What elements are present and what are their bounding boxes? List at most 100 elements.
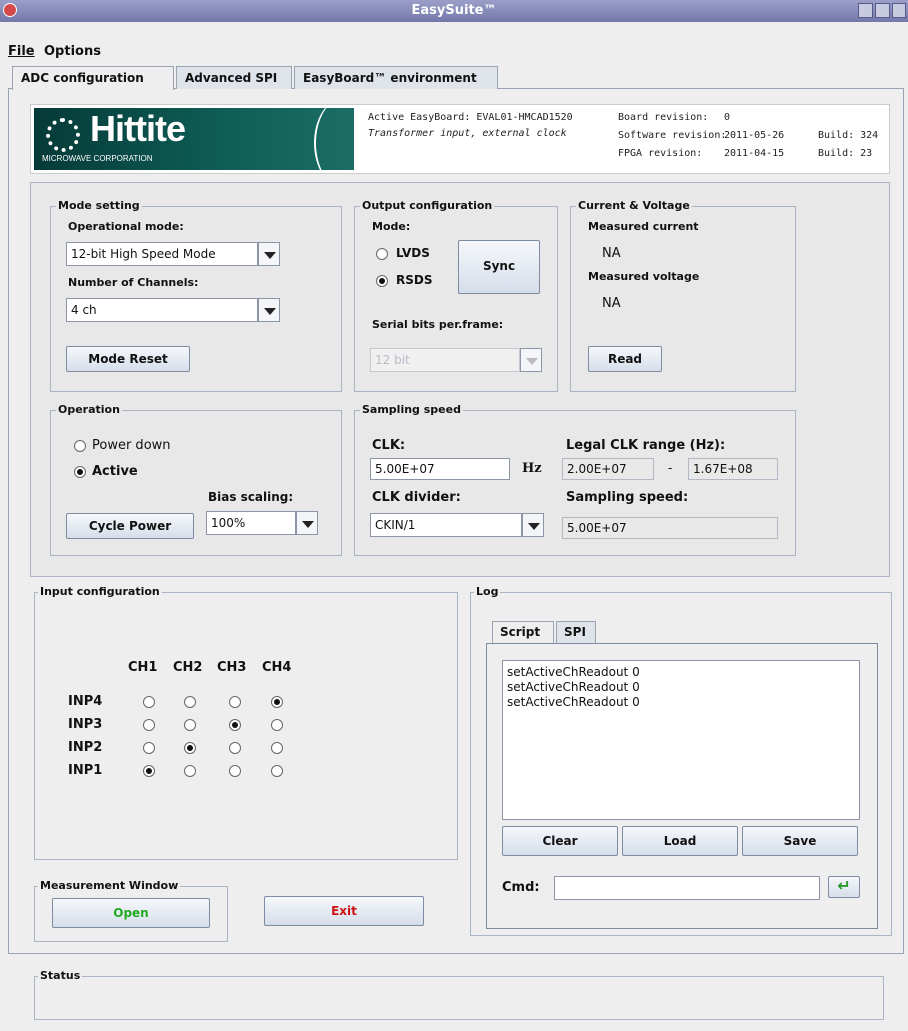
software-build: Build: 324 bbox=[818, 130, 879, 141]
log-tab-script[interactable]: Script bbox=[492, 621, 554, 644]
software-revision-label: Software revision: bbox=[618, 130, 727, 141]
chevron-down-icon[interactable] bbox=[520, 348, 542, 372]
lvds-radio[interactable] bbox=[376, 248, 388, 260]
input-radio[interactable] bbox=[271, 742, 283, 754]
read-button[interactable]: Read bbox=[588, 346, 662, 372]
serial-bits-label: Serial bits per.frame: bbox=[372, 318, 504, 331]
col-ch2: CH2 bbox=[173, 660, 203, 675]
log-line: setActiveChReadout 0 bbox=[507, 680, 640, 694]
sampling-speed-title: Sampling speed bbox=[360, 403, 463, 416]
input-radio[interactable] bbox=[143, 719, 155, 731]
chevron-down-icon[interactable] bbox=[296, 511, 318, 535]
measurement-window-title: Measurement Window bbox=[38, 879, 181, 892]
hz-label: Hz bbox=[522, 461, 542, 476]
measured-voltage-value: NA bbox=[602, 296, 621, 311]
logo-arc bbox=[314, 108, 354, 170]
input-radio[interactable] bbox=[229, 696, 241, 708]
clk-divider-select[interactable]: CKIN/1 bbox=[370, 513, 522, 537]
log-tab-spi[interactable]: SPI bbox=[556, 621, 596, 643]
operational-mode-label: Operational mode: bbox=[68, 220, 184, 233]
save-button[interactable]: Save bbox=[742, 826, 858, 856]
chevron-down-icon[interactable] bbox=[522, 513, 544, 537]
hittite-logo: Hittite MICROWAVE CORPORATION bbox=[34, 108, 354, 170]
status-title: Status bbox=[38, 969, 83, 982]
title-bar[interactable]: EasySuite™ bbox=[0, 0, 908, 22]
input-config-title: Input configuration bbox=[38, 585, 162, 598]
tab-advanced-spi[interactable]: Advanced SPI bbox=[176, 66, 292, 89]
cmd-label: Cmd: bbox=[502, 880, 540, 895]
bias-scaling-select[interactable]: 100% bbox=[206, 511, 296, 535]
output-config-title: Output configuration bbox=[360, 199, 495, 212]
log-line: setActiveChReadout 0 bbox=[507, 665, 640, 679]
board-revision: 0 bbox=[724, 112, 731, 123]
cmd-input[interactable] bbox=[554, 876, 820, 900]
input-radio[interactable] bbox=[271, 719, 283, 731]
input-radio[interactable] bbox=[271, 765, 283, 777]
lvds-label: LVDS bbox=[396, 246, 430, 260]
exit-button[interactable]: Exit bbox=[264, 896, 424, 926]
channels-label: Number of Channels: bbox=[68, 276, 199, 289]
serial-bits-select[interactable]: 12 bit bbox=[370, 348, 520, 372]
input-radio[interactable] bbox=[143, 696, 155, 708]
chevron-down-icon[interactable] bbox=[258, 242, 280, 266]
open-button[interactable]: Open bbox=[52, 898, 210, 928]
minimize-icon[interactable] bbox=[858, 3, 873, 18]
rsds-radio[interactable] bbox=[376, 275, 388, 287]
window-title: EasySuite™ bbox=[411, 3, 497, 18]
input-desc: Transformer input, external clock bbox=[368, 128, 567, 139]
clk-input[interactable]: 5.00E+07 bbox=[370, 458, 510, 480]
fpga-build: Build: 23 bbox=[818, 148, 873, 159]
input-radio[interactable] bbox=[143, 765, 155, 777]
log-text-area[interactable]: setActiveChReadout 0 setActiveChReadout … bbox=[502, 660, 860, 820]
log-title: Log bbox=[474, 585, 501, 598]
input-radio[interactable] bbox=[229, 742, 241, 754]
tab-adc-configuration[interactable]: ADC configuration bbox=[12, 66, 174, 90]
logo-brand: Hittite bbox=[90, 108, 186, 149]
close-icon[interactable] bbox=[892, 3, 906, 18]
tab-easyboard-environment[interactable]: EasyBoard™ environment bbox=[294, 66, 498, 89]
board-revision-label: Board revision: bbox=[618, 112, 709, 123]
legal-clk-max: 1.67E+08 bbox=[688, 458, 778, 480]
legal-clk-label: Legal CLK range (Hz): bbox=[566, 438, 726, 453]
clk-label: CLK: bbox=[372, 438, 406, 453]
active-board: Active EasyBoard: EVAL01-HMCAD1520 bbox=[368, 112, 573, 123]
sync-button[interactable]: Sync bbox=[458, 240, 540, 294]
legal-clk-min: 2.00E+07 bbox=[562, 458, 654, 480]
rsds-label: RSDS bbox=[396, 273, 433, 287]
row-inp1: INP1 bbox=[68, 763, 103, 778]
cycle-power-button[interactable]: Cycle Power bbox=[66, 513, 194, 539]
input-radio[interactable] bbox=[184, 765, 196, 777]
row-inp3: INP3 bbox=[68, 717, 103, 732]
input-radio[interactable] bbox=[229, 719, 241, 731]
fpga-revision-label: FPGA revision: bbox=[618, 148, 703, 159]
output-mode-label: Mode: bbox=[372, 220, 411, 233]
active-label: Active bbox=[92, 464, 138, 479]
input-radio[interactable] bbox=[184, 696, 196, 708]
input-radio[interactable] bbox=[229, 765, 241, 777]
channels-select[interactable]: 4 ch bbox=[66, 298, 258, 322]
col-ch4: CH4 bbox=[262, 660, 292, 675]
enter-icon[interactable]: ↵ bbox=[828, 876, 860, 898]
input-radio[interactable] bbox=[271, 696, 283, 708]
active-radio[interactable] bbox=[74, 466, 86, 478]
log-line: setActiveChReadout 0 bbox=[507, 695, 640, 709]
sampling-speed-label: Sampling speed: bbox=[566, 490, 689, 505]
operational-mode-select[interactable]: 12-bit High Speed Mode bbox=[66, 242, 258, 266]
measured-current-label: Measured current bbox=[588, 220, 699, 233]
clear-button[interactable]: Clear bbox=[502, 826, 618, 856]
power-down-radio[interactable] bbox=[74, 440, 86, 452]
range-dash: - bbox=[668, 461, 673, 475]
bias-scaling-label: Bias scaling: bbox=[208, 490, 294, 504]
logo-corp: MICROWAVE CORPORATION bbox=[42, 154, 153, 163]
load-button[interactable]: Load bbox=[622, 826, 738, 856]
col-ch3: CH3 bbox=[217, 660, 247, 675]
maximize-icon[interactable] bbox=[875, 3, 890, 18]
menu-options[interactable]: Options bbox=[44, 44, 101, 59]
input-radio[interactable] bbox=[184, 742, 196, 754]
input-radio[interactable] bbox=[184, 719, 196, 731]
input-radio[interactable] bbox=[143, 742, 155, 754]
menu-file[interactable]: File bbox=[8, 44, 35, 59]
mode-reset-button[interactable]: Mode Reset bbox=[66, 346, 190, 372]
logo-flower-icon bbox=[46, 118, 80, 152]
chevron-down-icon[interactable] bbox=[258, 298, 280, 322]
